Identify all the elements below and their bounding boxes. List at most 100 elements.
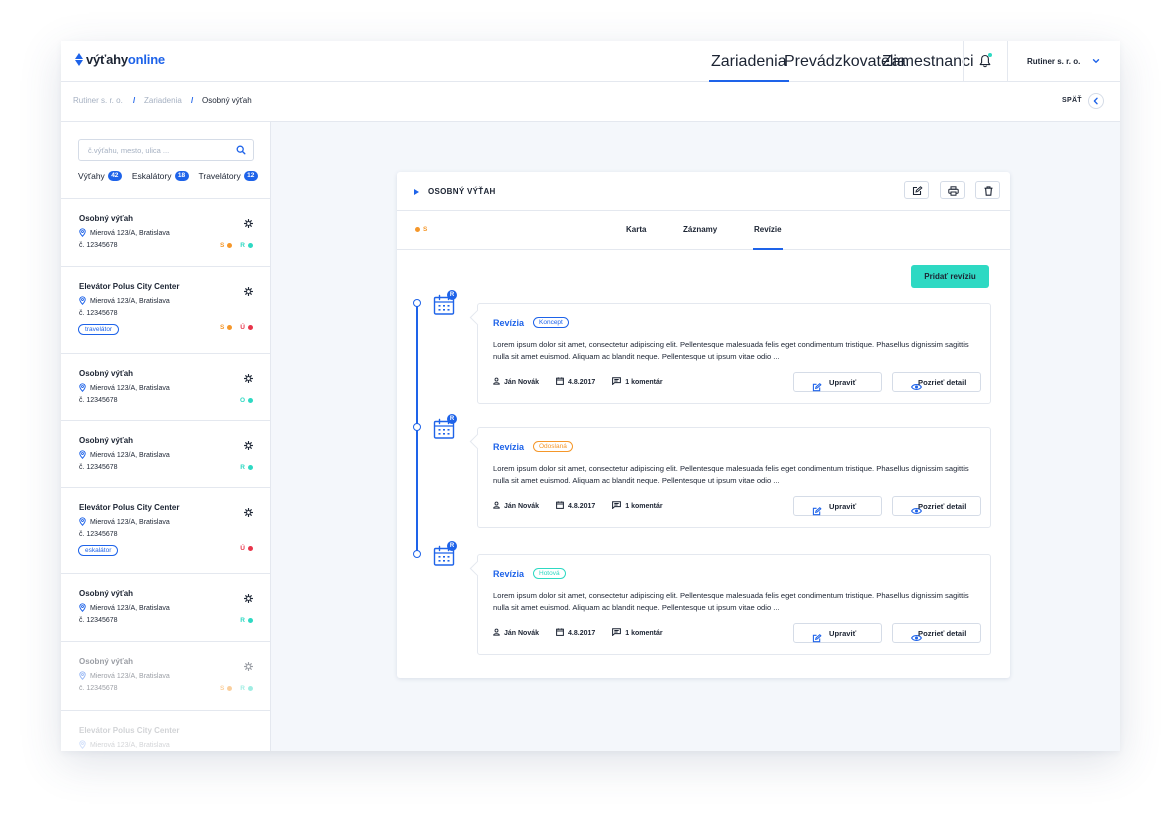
device-list-item[interactable]: Osobný výťah Mierová 123/A, Bratislava č. … — [61, 353, 270, 420]
add-revision-button[interactable]: Pridať revíziu — [911, 265, 989, 288]
breadcrumb-item[interactable]: Zariadenia — [144, 96, 182, 105]
gear-icon[interactable] — [243, 437, 254, 451]
revision-status-tag: Koncept — [533, 317, 569, 328]
device-status: SR — [212, 685, 253, 692]
location-pin-icon — [79, 296, 90, 307]
device-title: Elevátor Polus City Center — [79, 282, 180, 291]
device-address: Mierová 123/A, Bratislava — [79, 671, 170, 682]
device-address: Mierová 123/A, Bratislava — [79, 603, 170, 614]
revision-title[interactable]: Revízia — [493, 318, 524, 328]
gear-icon[interactable] — [243, 283, 254, 297]
date-text: 4.8.2017 — [568, 629, 596, 637]
count-badge: 42 — [107, 171, 122, 181]
filter-label: Eskalátory — [131, 171, 172, 181]
edit-revision-button[interactable]: Upraviť — [793, 496, 882, 516]
device-number: č. 12345678 — [79, 531, 118, 538]
address-text: Mierová 123/A, Bratislava — [90, 230, 170, 237]
edit-label: Upraviť — [829, 378, 857, 387]
status-letter: S — [423, 226, 428, 233]
device-list-item[interactable]: Osobný výťah Mierová 123/A, Bratislava č. … — [61, 198, 270, 266]
device-list-item[interactable]: Osobný výťah Mierová 123/A, Bratislava č. … — [61, 573, 270, 641]
back-button[interactable] — [1088, 93, 1104, 109]
tab-zaznamy[interactable]: Záznamy — [683, 211, 717, 249]
gear-icon[interactable] — [243, 504, 254, 518]
device-number: č. 12345678 — [79, 464, 118, 471]
revision-title[interactable]: Revízia — [493, 569, 524, 579]
device-number: č. 12345678 — [79, 310, 118, 317]
revision-comments[interactable]: 1 komentár — [612, 501, 663, 511]
device-number: č. 12345678 — [79, 685, 118, 692]
status-dot — [248, 325, 253, 330]
location-pin-icon — [79, 603, 90, 614]
edit-revision-button[interactable]: Upraviť — [793, 623, 882, 643]
back-label[interactable]: SPÄŤ — [1062, 97, 1082, 104]
device-list-item[interactable]: Elevátor Polus City Center Mierová 123/A,… — [61, 487, 270, 573]
logo-text: výťahyonline — [86, 52, 165, 67]
nav-item-zamestnanci[interactable]: Zamestnanci — [882, 41, 974, 82]
device-list-item[interactable]: Elevátor Polus City Center Mierová 123/A,… — [61, 266, 270, 353]
breadcrumb-separator: / — [191, 96, 194, 105]
device-list-item[interactable]: Osobný výťah Mierová 123/A, Bratislava č. … — [61, 641, 270, 710]
timeline-dot — [413, 423, 421, 431]
author-text: Ján Novák — [504, 378, 540, 386]
breadcrumb-item[interactable]: Rutiner s. r. o. — [73, 96, 123, 105]
edit-device-button[interactable] — [904, 181, 929, 199]
comments-text: 1 komentár — [625, 502, 663, 510]
nav-item-zariadenia[interactable]: Zariadenia — [709, 41, 789, 82]
logo[interactable]: výťahyonline — [75, 52, 165, 67]
gear-icon[interactable] — [243, 658, 254, 672]
gear-icon[interactable] — [243, 590, 254, 604]
comments-text: 1 komentár — [625, 378, 663, 386]
edit-label: Upraviť — [829, 629, 857, 638]
address-text: Mierová 123/A, Bratislava — [90, 673, 170, 680]
location-pin-icon — [79, 228, 90, 239]
filter-eskalatory[interactable]: Eskalátory 18 — [132, 171, 189, 181]
device-list-item[interactable]: Elevátor Polus City Center Mierová 123/A,… — [61, 710, 270, 751]
filter-label: Travelátory — [198, 171, 241, 181]
revision-description: Lorem ipsum dolor sit amet, consectetur … — [493, 340, 969, 361]
device-number: č. 12345678 — [79, 242, 118, 249]
edit-revision-button[interactable]: Upraviť — [793, 372, 882, 392]
address-text: Mierová 123/A, Bratislava — [90, 298, 170, 305]
view-detail-button[interactable]: Pozrieť detail — [892, 372, 981, 392]
status-dot — [248, 686, 253, 691]
status-dot — [227, 686, 233, 691]
device-status: R — [232, 464, 253, 471]
print-button[interactable] — [940, 181, 965, 199]
detail-label: Pozrieť detail — [918, 502, 967, 511]
gear-icon[interactable] — [243, 215, 254, 229]
status-dot — [227, 243, 233, 248]
filter-vytahy[interactable]: Výťahy 42 — [78, 171, 122, 181]
filter-travelatory[interactable]: Travelátory 12 — [199, 171, 258, 181]
author-text: Ján Novák — [504, 629, 540, 637]
revision-comments[interactable]: 1 komentár — [612, 377, 663, 387]
status-dot — [248, 465, 253, 470]
date-text: 4.8.2017 — [568, 378, 596, 386]
delete-button[interactable] — [975, 181, 1000, 199]
revision-type-badge: R — [447, 414, 457, 424]
search-input[interactable] — [88, 144, 228, 156]
status-dot — [248, 618, 253, 623]
view-detail-button[interactable]: Pozrieť detail — [892, 496, 981, 516]
gear-icon[interactable] — [243, 370, 254, 384]
revision-comments[interactable]: 1 komentár — [612, 628, 663, 638]
print-icon — [948, 186, 959, 196]
chevron-left-icon — [1093, 97, 1098, 105]
notification-dot — [988, 53, 992, 57]
filter-label: Výťahy — [78, 171, 105, 181]
search-icon[interactable] — [236, 145, 246, 155]
date-text: 4.8.2017 — [568, 502, 596, 510]
tab-revizie[interactable]: Revízie — [753, 211, 783, 250]
tab-karta[interactable]: Karta — [626, 211, 646, 249]
status-letter: S — [219, 324, 225, 331]
revision-description: Lorem ipsum dolor sit amet, consectetur … — [493, 464, 969, 485]
card-tabs: S Karta Záznamy Revízie — [397, 211, 1010, 250]
revision-title[interactable]: Revízia — [493, 442, 524, 452]
device-title: Osobný výťah — [79, 589, 134, 598]
location-pin-icon — [79, 740, 90, 751]
company-name[interactable]: Rutiner s. r. o. — [1027, 41, 1080, 82]
view-detail-button[interactable]: Pozrieť detail — [892, 623, 981, 643]
chevron-down-icon[interactable] — [1091, 56, 1101, 66]
status-letter: R — [240, 464, 245, 471]
device-list-item[interactable]: Osobný výťah Mierová 123/A, Bratislava č. … — [61, 420, 270, 487]
